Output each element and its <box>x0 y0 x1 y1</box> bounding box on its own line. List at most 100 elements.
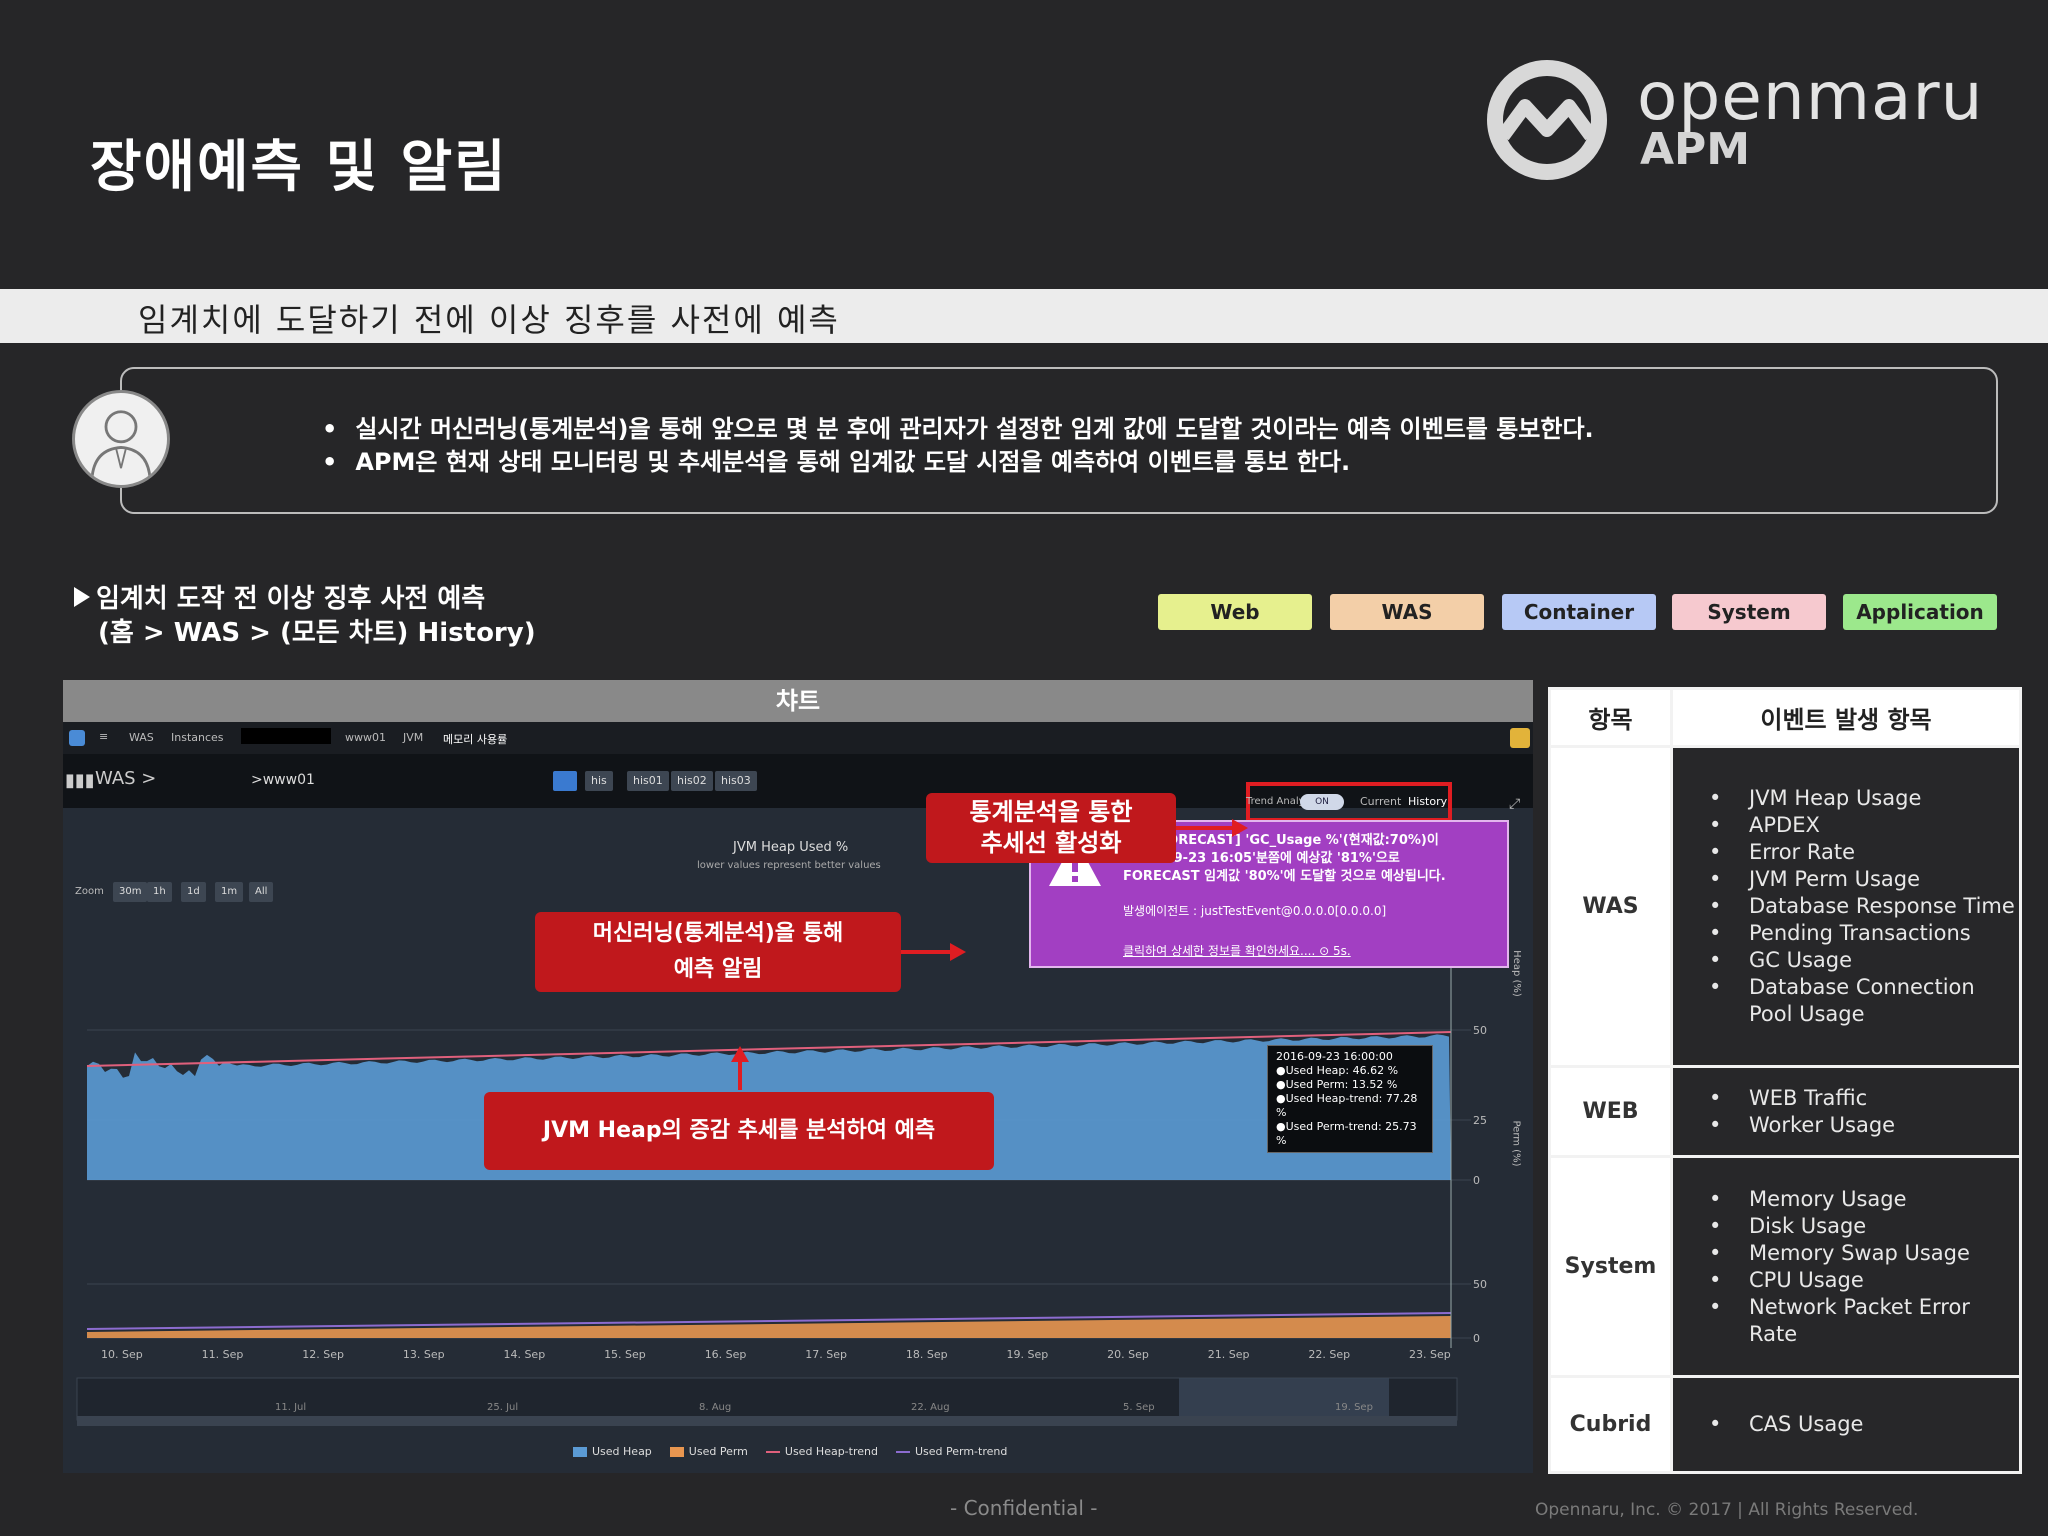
navigator-scrollbar <box>77 1416 1457 1426</box>
callout-trend-line-1: 통계분석을 통한 <box>969 798 1133 826</box>
x-tick-label: 15. Sep <box>604 1348 646 1361</box>
callout-trend: 통계분석을 통한 추세선 활성화 <box>926 793 1176 863</box>
list-item: Error Rate <box>1709 839 2019 866</box>
navigator-date-label: 25. Jul <box>487 1402 518 1413</box>
table-row: WASJVM Heap UsageAPDEXError RateJVM Perm… <box>1548 745 2022 1068</box>
callout-ml-line-2: 예측 알림 <box>673 957 763 982</box>
section-label-line-2: (홈 > WAS > (모든 차트) History) <box>98 618 536 648</box>
navigator-date-label: 11. Jul <box>275 1402 306 1413</box>
chart-legend: Used Heap Used Perm Used Heap-trend Used Pe… <box>573 1440 1025 1459</box>
chart-panel: 챠트 ≡ WAS Instances www01 JVM 메모리 사용률 ▮▮▮… <box>63 680 1533 1473</box>
settings-icon[interactable] <box>1510 728 1530 748</box>
x-tick-label: 19. Sep <box>1007 1348 1049 1361</box>
y-tick-label: 25 <box>1473 1114 1487 1127</box>
brand-logo: openmaru APM <box>1485 58 2005 188</box>
breadcrumb-instances[interactable]: Instances <box>171 731 224 744</box>
breadcrumb-jvm[interactable]: JVM <box>403 731 423 744</box>
subtitle-text: 임계치에 도달하기 전에 이상 징후를 사전에 예측 <box>138 301 840 339</box>
x-tick-label: 17. Sep <box>805 1348 847 1361</box>
list-item: CPU Usage <box>1709 1267 2019 1294</box>
legend-label: Used Heap-trend <box>784 1445 878 1458</box>
x-tick-label: 22. Sep <box>1308 1348 1350 1361</box>
tooltip-line: ●Used Heap-trend: 77.28 % <box>1276 1092 1418 1119</box>
callout-ml: 머신러닝(통계분석)을 통해 예측 알림 <box>535 912 901 992</box>
section-label-line-1: 임계치 도작 전 이상 징후 사전 예측 <box>96 584 486 614</box>
event-table: 항목 이벤트 발생 항목 WASJVM Heap UsageAPDEXError… <box>1548 687 2022 1474</box>
person-icon <box>72 390 170 488</box>
y-axis-heap-label: Heap (%) <box>1510 950 1522 997</box>
legend-swatch <box>765 1451 780 1453</box>
category-web[interactable]: Web <box>1158 594 1312 630</box>
breadcrumb: ≡ WAS Instances www01 JVM 메모리 사용률 <box>63 722 1533 754</box>
navigator-date-label: 8. Aug <box>699 1402 731 1413</box>
navigator-date-label: 22. Aug <box>911 1402 950 1413</box>
table-row: Cubrid CAS Usage <box>1548 1375 2022 1474</box>
legend-label: Used Perm-trend <box>914 1445 1008 1458</box>
home-icon[interactable]: ≡ <box>99 730 108 743</box>
table-header-category: 항목 <box>1548 687 1673 748</box>
forecast-agent: 발생에이전트 : justTestEvent@0.0.0.0[0.0.0.0] <box>1123 904 1387 918</box>
callout-trend-line-2: 추세선 활성화 <box>980 829 1122 857</box>
server-label: >www01 <box>251 772 315 788</box>
list-item: CAS Usage <box>1709 1411 2019 1438</box>
footer-copyright: Opennaru, Inc. © 2017 | All Rights Reser… <box>1535 1500 1919 1520</box>
calendar-icon[interactable] <box>553 771 577 791</box>
subtitle-band: 임계치에 도달하기 전에 이상 징후를 사전에 예측 <box>0 289 2048 343</box>
table-events: JVM Heap UsageAPDEXError RateJVM Perm Us… <box>1670 745 2022 1068</box>
legend-item[interactable]: Used Perm <box>669 1445 748 1458</box>
page-title: 장애예측 및 알림 <box>90 135 508 200</box>
category-application[interactable]: Application <box>1843 594 1997 630</box>
list-item: JVM Perm Usage <box>1709 866 2019 893</box>
tooltip-line: ●Used Heap: 46.62 % <box>1276 1064 1399 1077</box>
breadcrumb-was[interactable]: WAS <box>129 731 154 744</box>
forecast-detail-link[interactable]: 클릭하여 상세한 정보를 확인하세요.... ⊙ 5s. <box>1123 942 1351 959</box>
section-label: 임계치 도작 전 이상 징후 사전 예측 (홈 > WAS > (모든 차트) … <box>74 582 536 650</box>
x-tick-label: 23. Sep <box>1409 1348 1451 1361</box>
logo-sub: APM <box>1640 124 1751 175</box>
tooltip-line: ●Used Perm: 13.52 % <box>1276 1078 1398 1091</box>
navigator-window <box>1179 1378 1389 1420</box>
legend-label: Used Heap <box>592 1445 652 1458</box>
list-item: Memory Usage <box>1709 1186 2019 1213</box>
info-bullet-2: APM은 현재 상태 모니터링 및 추세분석을 통해 임계값 도달 시점을 예측… <box>322 442 1350 477</box>
history-button[interactable]: History <box>1408 795 1447 808</box>
list-item: JVM Heap Usage <box>1709 785 2019 812</box>
table-events: WEB TrafficWorker Usage <box>1670 1065 2022 1158</box>
legend-item[interactable]: Used Perm-trend <box>895 1445 1008 1458</box>
tab-his[interactable]: his <box>585 771 613 791</box>
legend-item[interactable]: Used Heap <box>573 1445 652 1458</box>
tab-his03[interactable]: his03 <box>715 771 757 791</box>
category-system[interactable]: System <box>1672 594 1826 630</box>
category-was[interactable]: WAS <box>1330 594 1484 630</box>
redacted-field <box>241 728 331 744</box>
category-container[interactable]: Container <box>1502 594 1656 630</box>
table-events: CAS Usage <box>1670 1375 2022 1474</box>
table-category: System <box>1548 1155 1673 1378</box>
breadcrumb-server[interactable]: www01 <box>345 731 386 744</box>
footer-confidential: - Confidential - <box>950 1496 1098 1520</box>
x-tick-label: 11. Sep <box>202 1348 244 1361</box>
legend-item[interactable]: Used Heap-trend <box>765 1445 878 1458</box>
breadcrumb-current: 메모리 사용률 <box>443 733 508 746</box>
list-item: WEB Traffic <box>1709 1085 2019 1112</box>
was-label: WAS > <box>95 768 157 789</box>
legend-label: Used Perm <box>688 1445 748 1458</box>
navigator-date-label: 5. Sep <box>1123 1402 1155 1413</box>
table-category: WAS <box>1548 745 1673 1068</box>
chart-panel-header: 챠트 <box>63 680 1533 722</box>
y-axis-perm-label: Perm (%) <box>1510 1120 1522 1167</box>
triangle-right-icon <box>74 587 90 607</box>
x-tick-label: 16. Sep <box>705 1348 747 1361</box>
table-category: WEB <box>1548 1065 1673 1158</box>
list-item: Database Response Time <box>1709 893 2019 920</box>
tooltip-time: 2016-09-23 16:00:00 <box>1276 1050 1393 1063</box>
tab-his01[interactable]: his01 <box>627 771 669 791</box>
y-tick-label: 50 <box>1473 1024 1487 1037</box>
x-tick-label: 12. Sep <box>302 1348 344 1361</box>
refresh-icon[interactable] <box>69 730 85 746</box>
current-button[interactable]: Current <box>1360 795 1401 808</box>
list-item: Worker Usage <box>1709 1112 2019 1139</box>
tab-his02[interactable]: his02 <box>671 771 713 791</box>
list-item: Network Packet Error Rate <box>1709 1294 2019 1348</box>
tooltip-line: ●Used Perm-trend: 25.73 % <box>1276 1120 1417 1147</box>
